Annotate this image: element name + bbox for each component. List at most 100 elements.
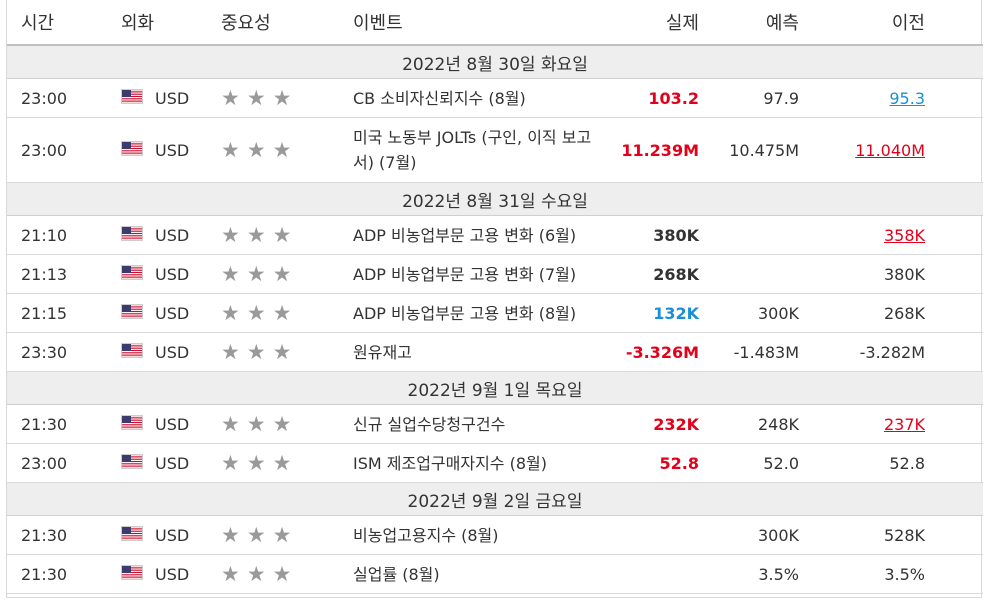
star-icon: ★ bbox=[221, 451, 240, 475]
event-row[interactable]: 23:00 USD ★ ★ ★ 미국 노동부 JOLTs (구인, 이직 보고서) (7월… bbox=[7, 117, 983, 183]
star-icon: ★ bbox=[272, 340, 292, 364]
previous-value[interactable]: 95.3 bbox=[889, 89, 925, 108]
event-forecast: -1.483M bbox=[701, 332, 803, 372]
star-icon: ★ bbox=[246, 86, 266, 110]
event-time: 21:10 bbox=[7, 215, 121, 255]
event-name[interactable]: ADP 비농업부문 고용 변화 (7월) bbox=[353, 254, 615, 294]
event-actual: 52.8 bbox=[615, 443, 701, 483]
event-row[interactable]: 21:30 USD ★ ★ ★ 실업률 (8월) 3.5% 3.5% bbox=[7, 554, 983, 594]
event-importance: ★ ★ ★ bbox=[221, 117, 353, 183]
star-icon: ★ bbox=[272, 523, 292, 547]
previous-value[interactable]: 11.040M bbox=[855, 141, 925, 160]
star-icon: ★ bbox=[246, 340, 266, 364]
event-time: 23:00 bbox=[7, 443, 121, 483]
event-forecast: 10.475M bbox=[701, 117, 803, 183]
event-row[interactable]: 21:15 USD ★ ★ ★ ADP 비농업부문 고용 변화 (8월) 132K 300K 2… bbox=[7, 293, 983, 333]
date-row: 2022년 8월 31일 수요일 bbox=[7, 182, 983, 216]
star-icon: ★ bbox=[272, 223, 292, 247]
importance-stars: ★ ★ ★ bbox=[221, 262, 298, 286]
event-name[interactable]: ADP 비농업부문 고용 변화 (6월) bbox=[353, 215, 615, 255]
importance-stars: ★ ★ ★ bbox=[221, 138, 298, 162]
importance-stars: ★ ★ ★ bbox=[221, 562, 298, 586]
event-importance: ★ ★ ★ bbox=[221, 215, 353, 255]
star-icon: ★ bbox=[221, 340, 240, 364]
event-row[interactable]: 21:30 USD ★ ★ ★ 비농업고용지수 (8월) 300K 528K bbox=[7, 515, 983, 555]
event-currency: USD bbox=[121, 117, 221, 183]
us-flag-icon bbox=[121, 226, 143, 245]
currency-code: USD bbox=[155, 89, 190, 108]
event-previous: 380K bbox=[803, 254, 983, 294]
event-previous: 11.040M bbox=[803, 117, 983, 183]
header-currency: 외화 bbox=[121, 0, 221, 46]
importance-stars: ★ ★ ★ bbox=[221, 412, 298, 436]
event-importance: ★ ★ ★ bbox=[221, 78, 353, 118]
star-icon: ★ bbox=[246, 223, 266, 247]
event-name[interactable]: ADP 비농업부문 고용 변화 (8월) bbox=[353, 293, 615, 333]
event-previous: 358K bbox=[803, 215, 983, 255]
previous-value[interactable]: 358K bbox=[884, 226, 925, 245]
calendar-table: 시간 외화 중요성 이벤트 실제 예측 이전 2022년 8월 30일 화요일 2… bbox=[7, 0, 983, 594]
currency-code: USD bbox=[155, 415, 190, 434]
event-name[interactable]: 원유재고 bbox=[353, 332, 615, 372]
event-row[interactable]: 21:10 USD ★ ★ ★ ADP 비농업부문 고용 변화 (6월) 380K 358K bbox=[7, 215, 983, 255]
event-actual: 11.239M bbox=[615, 117, 701, 183]
star-icon: ★ bbox=[246, 451, 266, 475]
star-icon: ★ bbox=[221, 86, 240, 110]
star-icon: ★ bbox=[246, 262, 266, 286]
event-row[interactable]: 21:30 USD ★ ★ ★ 신규 실업수당청구건수 232K 248K 237K bbox=[7, 404, 983, 444]
header-previous: 이전 bbox=[803, 0, 983, 46]
event-row[interactable]: 21:13 USD ★ ★ ★ ADP 비농업부문 고용 변화 (7월) 268K 380K bbox=[7, 254, 983, 294]
us-flag-icon bbox=[121, 526, 143, 545]
event-currency: USD bbox=[121, 254, 221, 294]
event-row[interactable]: 23:30 USD ★ ★ ★ 원유재고 -3.326M -1.483M -3.282M bbox=[7, 332, 983, 372]
previous-value: 3.5% bbox=[884, 564, 925, 584]
star-icon: ★ bbox=[272, 451, 292, 475]
economic-calendar: 시간 외화 중요성 이벤트 실제 예측 이전 2022년 8월 30일 화요일 2… bbox=[6, 0, 983, 598]
event-actual bbox=[615, 515, 701, 555]
event-importance: ★ ★ ★ bbox=[221, 443, 353, 483]
star-icon: ★ bbox=[272, 412, 292, 436]
event-currency: USD bbox=[121, 78, 221, 118]
event-time: 23:30 bbox=[7, 332, 121, 372]
currency-code: USD bbox=[155, 226, 190, 245]
event-name[interactable]: 비농업고용지수 (8월) bbox=[353, 515, 615, 555]
previous-value: 528K bbox=[883, 525, 925, 545]
event-name[interactable]: 신규 실업수당청구건수 bbox=[353, 404, 615, 444]
event-previous: 95.3 bbox=[803, 78, 983, 118]
us-flag-icon bbox=[121, 89, 143, 108]
event-time: 21:13 bbox=[7, 254, 121, 294]
previous-value: 380K bbox=[883, 264, 925, 284]
event-actual: 232K bbox=[615, 404, 701, 444]
event-row[interactable]: 23:00 USD ★ ★ ★ ISM 제조업구매자지수 (8월) 52.8 52.0 52.8 bbox=[7, 443, 983, 483]
star-icon: ★ bbox=[272, 262, 292, 286]
event-previous: 3.5% bbox=[803, 554, 983, 594]
event-forecast: 3.5% bbox=[701, 554, 803, 594]
star-icon: ★ bbox=[272, 562, 292, 586]
header-importance: 중요성 bbox=[221, 0, 353, 46]
event-previous: 528K bbox=[803, 515, 983, 555]
event-importance: ★ ★ ★ bbox=[221, 554, 353, 594]
currency-code: USD bbox=[155, 141, 190, 160]
event-importance: ★ ★ ★ bbox=[221, 293, 353, 333]
event-previous: 268K bbox=[803, 293, 983, 333]
event-name[interactable]: ISM 제조업구매자지수 (8월) bbox=[353, 443, 615, 483]
event-row[interactable]: 23:00 USD ★ ★ ★ CB 소비자신뢰지수 (8월) 103.2 97.9 95.3 bbox=[7, 78, 983, 118]
star-icon: ★ bbox=[246, 523, 266, 547]
star-icon: ★ bbox=[246, 301, 266, 325]
currency-code: USD bbox=[155, 526, 190, 545]
us-flag-icon bbox=[121, 304, 143, 323]
event-importance: ★ ★ ★ bbox=[221, 404, 353, 444]
event-importance: ★ ★ ★ bbox=[221, 515, 353, 555]
event-time: 21:30 bbox=[7, 404, 121, 444]
previous-value[interactable]: 237K bbox=[884, 415, 925, 434]
us-flag-icon bbox=[121, 141, 143, 160]
event-forecast: 300K bbox=[701, 515, 803, 555]
event-name[interactable]: CB 소비자신뢰지수 (8월) bbox=[353, 78, 615, 118]
event-currency: USD bbox=[121, 443, 221, 483]
event-name[interactable]: 실업률 (8월) bbox=[353, 554, 615, 594]
event-name[interactable]: 미국 노동부 JOLTs (구인, 이직 보고서) (7월) bbox=[353, 117, 615, 183]
us-flag-icon bbox=[121, 265, 143, 284]
event-actual: 268K bbox=[615, 254, 701, 294]
currency-code: USD bbox=[155, 343, 190, 362]
star-icon: ★ bbox=[221, 523, 240, 547]
